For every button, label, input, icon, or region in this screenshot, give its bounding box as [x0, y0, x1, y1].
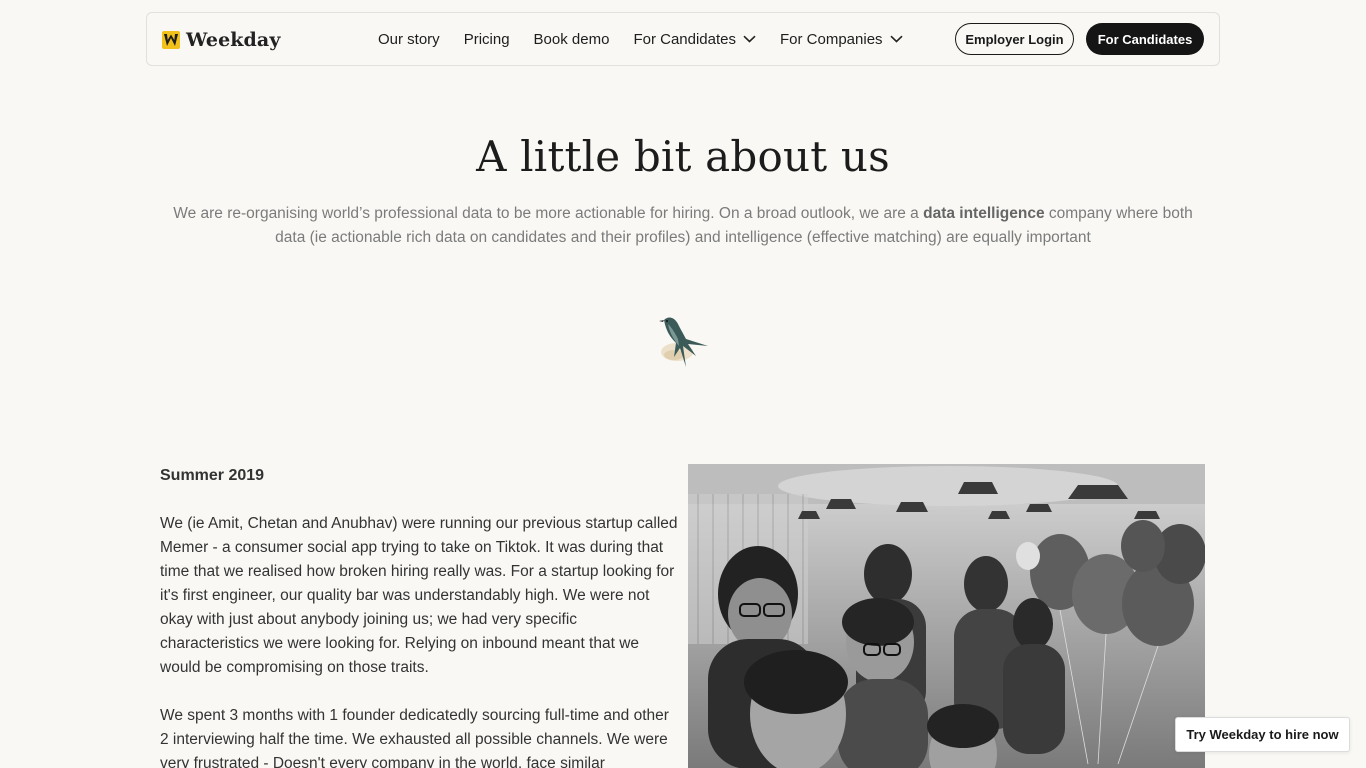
weekday-logo-icon	[162, 31, 180, 49]
bird-illustration-icon	[659, 317, 708, 367]
story-paragraph: We spent 3 months with 1 founder dedicat…	[160, 707, 669, 768]
nav-dropdown-for-companies[interactable]: For Companies	[780, 31, 903, 48]
employer-login-button[interactable]: Employer Login	[955, 23, 1074, 55]
nav-link-label: For Candidates	[633, 30, 736, 48]
story-section: Summer 2019 We (ie Amit, Chetan and Anub…	[160, 464, 680, 768]
nav-link-label: Pricing	[463, 30, 510, 48]
top-navigation-bar: Weekday Our story Pricing Book demo For …	[146, 12, 1220, 66]
nav-dropdown-for-candidates[interactable]: For Candidates	[633, 31, 756, 48]
nav-link-label: For Companies	[780, 30, 883, 48]
nav-link-pricing[interactable]: Pricing	[464, 31, 510, 48]
nav-link-book-demo[interactable]: Book demo	[534, 31, 610, 48]
hero-subtitle-part-1: We are re-organising world’s professiona…	[173, 205, 924, 222]
nav-link-label: Our story	[378, 30, 440, 48]
for-candidates-button[interactable]: For Candidates	[1086, 23, 1204, 55]
chevron-down-icon	[743, 35, 756, 43]
page-title: A little bit about us	[476, 132, 890, 181]
hero-subtitle: We are re-organising world’s professiona…	[163, 202, 1203, 250]
weekday-logo[interactable]: Weekday	[162, 29, 280, 51]
try-weekday-cta-button[interactable]: Try Weekday to hire now	[1175, 717, 1350, 752]
story-heading: Summer 2019	[160, 467, 265, 484]
team-photo	[688, 464, 1205, 768]
chevron-down-icon	[889, 35, 903, 43]
nav-links: Our story Pricing Book demo For Candidat…	[378, 13, 903, 65]
nav-link-our-story[interactable]: Our story	[378, 31, 440, 48]
story-paragraph: We (ie Amit, Chetan and Anubhav) were ru…	[160, 515, 678, 676]
brand-name: Weekday	[186, 29, 281, 51]
hero-subtitle-highlight: data intelligence	[923, 205, 1045, 222]
nav-link-label: Book demo	[533, 30, 610, 48]
